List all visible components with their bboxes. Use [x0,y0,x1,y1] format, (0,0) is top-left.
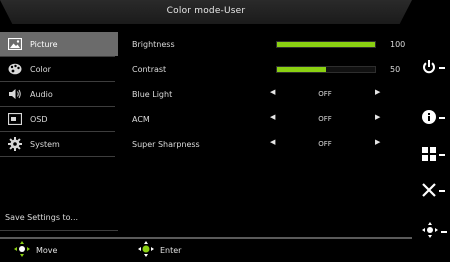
arrow-left-icon[interactable]: ◀ [270,88,275,96]
info-button[interactable] [422,108,448,128]
arrow-left-icon[interactable]: ◀ [270,113,275,121]
close-icon [422,182,436,201]
slider-fill [277,42,375,47]
sidebar-item-system[interactable]: System [0,132,118,156]
footer-move: Move [14,241,58,259]
setting-label: Contrast [132,65,167,74]
setting-label: Super Sharpness [132,140,200,149]
contrast-slider[interactable] [276,66,376,73]
hardware-key-strip [418,0,450,262]
navigate-button[interactable] [422,222,448,242]
sidebar-item-osd[interactable]: OSD [0,107,118,131]
setting-label: ACM [132,115,150,124]
key-dash [439,190,445,192]
divider [0,131,115,132]
key-dash [441,231,447,233]
speaker-icon [3,82,27,106]
key-dash [439,67,445,69]
setting-option: OFF [318,90,332,98]
setting-option: OFF [318,140,332,148]
divider [0,56,115,57]
key-dash [439,117,445,119]
sidebar-item-audio[interactable]: Audio [0,82,118,106]
setting-label: Blue Light [132,90,173,99]
setting-brightness[interactable]: Brightness 100 [132,37,412,51]
setting-option: OFF [318,115,332,123]
key-dash [439,154,445,156]
navigate-icon [422,222,438,242]
power-icon [422,59,436,78]
arrow-right-icon[interactable]: ▶ [375,138,380,146]
sidebar-item-label: Color [30,64,51,74]
divider [0,230,118,231]
joystick-move-icon [14,241,30,259]
sidebar-item-picture[interactable]: Picture [0,32,118,56]
divider [0,156,115,157]
close-button[interactable] [422,181,448,201]
setting-contrast[interactable]: Contrast 50 [132,62,412,76]
footer-label: Move [36,245,58,255]
menu-button[interactable] [422,145,448,165]
setting-super-sharpness[interactable]: Super Sharpness ◀ OFF ▶ [132,137,412,151]
sidebar-item-color[interactable]: Color [0,57,118,81]
setting-value: 100 [390,40,406,49]
save-settings-button[interactable]: Save Settings to... [5,213,78,222]
divider [0,81,115,82]
grid-icon [422,146,436,165]
gear-icon [3,132,27,156]
page-title: Color mode-User [166,6,246,16]
setting-acm[interactable]: ACM ◀ OFF ▶ [132,112,412,126]
sidebar-item-label: OSD [30,114,48,124]
brightness-slider[interactable] [276,41,376,48]
setting-blue-light[interactable]: Blue Light ◀ OFF ▶ [132,87,412,101]
slider-fill [277,67,326,72]
sidebar-item-label: Picture [30,39,58,49]
footer-label: Enter [160,245,182,255]
joystick-enter-icon [138,241,154,259]
sidebar-item-label: System [30,139,60,149]
info-icon [422,109,436,128]
arrow-right-icon[interactable]: ▶ [375,113,380,121]
setting-value: 50 [390,65,401,74]
arrow-left-icon[interactable]: ◀ [270,138,275,146]
osd-icon [3,107,27,131]
sidebar-item-label: Audio [30,89,53,99]
footer-enter: Enter [138,241,182,259]
palette-icon [3,57,27,81]
title-bar: Color mode-User [0,0,412,24]
footer-divider [0,237,412,239]
power-button[interactable] [422,58,448,78]
setting-label: Brightness [132,40,175,49]
arrow-right-icon[interactable]: ▶ [375,88,380,96]
sidebar: Picture Color Audio OSD System [0,32,118,157]
picture-icon [3,32,27,56]
divider [0,106,115,107]
